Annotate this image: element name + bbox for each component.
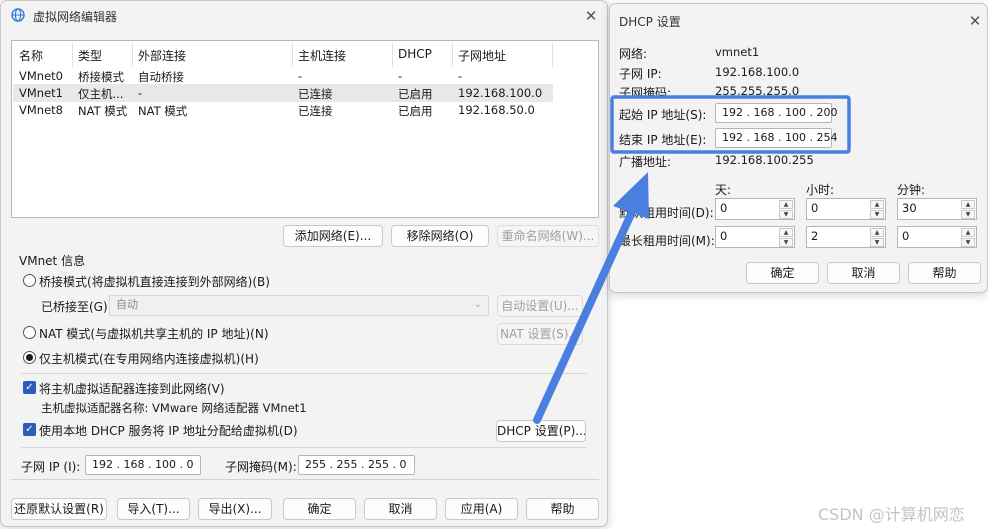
annotation-arrow-line xyxy=(533,208,636,424)
annotation-arrow-head xyxy=(613,172,649,219)
highlight-box xyxy=(610,95,851,154)
annotation-overlay xyxy=(533,95,851,424)
watermark-text: CSDN @计算机网恋 xyxy=(818,505,965,524)
